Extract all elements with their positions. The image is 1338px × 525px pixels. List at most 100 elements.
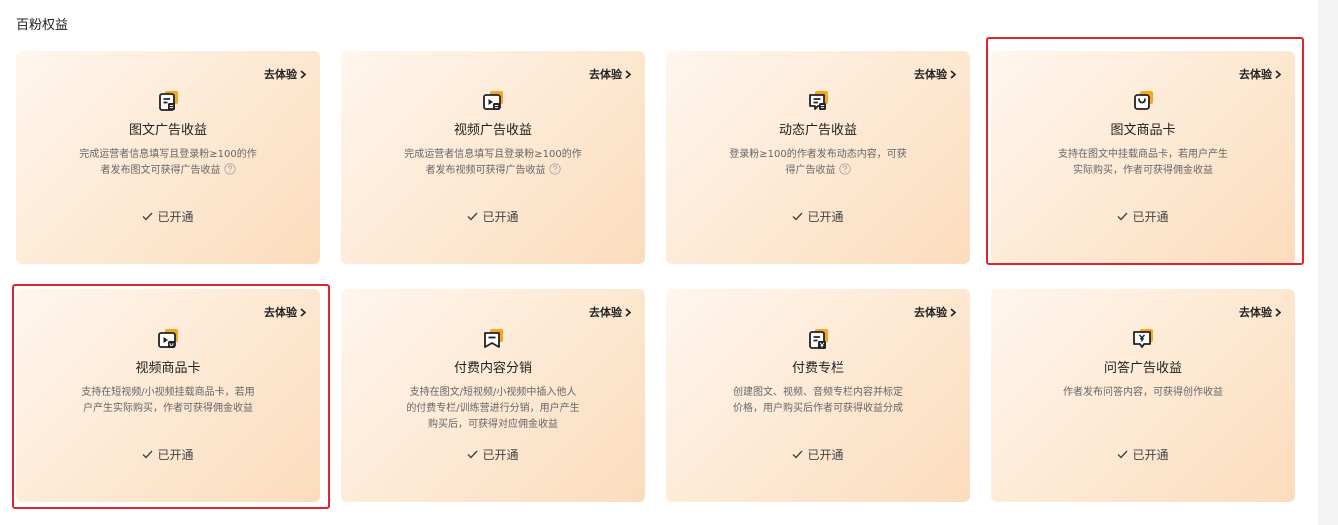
status-badge: 已开通 [341, 208, 645, 225]
desc-line: 支持在图文中挂载商品卡，若用户产生 [1058, 149, 1228, 160]
card-title: 动态广告收益 [778, 123, 857, 138]
card-description: 支持在短视频/小视频挂载商品卡，若用 户产生实际购买，作者可获得佣金收益 [74, 385, 262, 417]
checkmark-icon [142, 212, 153, 221]
yen-doc-icon [809, 329, 828, 349]
try-label: 去体验 [914, 306, 947, 319]
doc-list-icon [159, 91, 178, 111]
checkmark-icon [1117, 450, 1128, 459]
card-description: 登录粉≥100的作者发布动态内容，可获 得广告收益 [724, 147, 912, 179]
try-link[interactable]: 去体验 [914, 304, 956, 320]
status-badge: 已开通 [666, 208, 970, 225]
message-list-icon [809, 91, 828, 110]
checkmark-icon [467, 450, 478, 459]
try-label: 去体验 [264, 306, 297, 319]
status-label: 已开通 [807, 210, 844, 224]
try-link[interactable]: 去体验 [589, 304, 631, 320]
checkmark-icon [792, 212, 803, 221]
desc-line: 实际购买，作者可获得佣金收益 [1073, 165, 1213, 176]
status-label: 已开通 [157, 448, 194, 462]
status-badge: 已开通 [666, 446, 970, 463]
checkmark-icon [142, 450, 153, 459]
card-description: 支持在图文/短视频/小视频中插入他人 的付费专栏/训练营进行分销，用户产生 购买… [399, 385, 587, 433]
try-label: 去体验 [264, 68, 297, 81]
desc-line: 支持在图文/短视频/小视频中插入他人 [409, 387, 577, 398]
bookmark-icon [484, 329, 503, 348]
help-icon[interactable] [548, 163, 561, 175]
card-title: 图文广告收益 [128, 123, 207, 138]
status-badge: 已开通 [991, 446, 1295, 463]
help-icon[interactable] [838, 163, 851, 175]
card-title: 问答广告收益 [1103, 361, 1182, 376]
status-label: 已开通 [1132, 210, 1169, 224]
status-badge: 已开通 [991, 208, 1295, 225]
video-doc-icon [483, 91, 503, 110]
card-title: 付费专栏 [791, 361, 844, 376]
try-link[interactable]: 去体验 [1239, 304, 1281, 320]
desc-line: 得广告收益 [785, 165, 836, 176]
yen-chat-icon [1133, 329, 1153, 348]
shopping-bag-icon [1134, 91, 1153, 110]
try-label: 去体验 [1239, 306, 1272, 319]
card-title: 图文商品卡 [1110, 123, 1176, 138]
desc-line: 户产生实际购买，作者可获得佣金收益 [83, 403, 253, 414]
desc-line: 完成运营者信息填写且登录粉≥100的作 [404, 149, 582, 160]
checkmark-icon [792, 450, 803, 459]
try-label: 去体验 [589, 306, 622, 319]
try-label: 去体验 [589, 68, 622, 81]
try-label: 去体验 [914, 68, 947, 81]
chevron-right-icon [1275, 69, 1281, 79]
chevron-right-icon [625, 307, 631, 317]
desc-line: 者发布视频可获得广告收益 [425, 165, 546, 176]
desc-line: 创建图文、视频、音频专栏内容并标定 [733, 387, 903, 398]
desc-line: 的付费专栏/训练营进行分销，用户产生 [406, 403, 580, 414]
chevron-right-icon [300, 69, 306, 79]
desc-line: 支持在短视频/小视频挂载商品卡，若用 [81, 387, 255, 398]
status-label: 已开通 [482, 448, 519, 462]
video-product-icon [158, 329, 178, 348]
desc-line: 价格，用户购买后作者可获得收益分成 [733, 403, 903, 414]
scrollbar-track[interactable] [1318, 0, 1338, 525]
benefit-card-feed-ad: 去体验 动态广告收益 登录粉≥100的作者发布动态内容，可获 得广告收益 已开通 [666, 51, 970, 264]
help-icon[interactable] [223, 163, 236, 175]
desc-line: 作者发布问答内容，可获得创作收益 [1063, 387, 1223, 398]
try-link[interactable]: 去体验 [914, 66, 956, 82]
desc-line: 者发布图文可获得广告收益 [100, 165, 221, 176]
benefit-card-paid-column: 去体验 付费专栏 创建图文、视频、音频专栏内容并标定 价格，用户购买后作者可获得… [666, 289, 970, 502]
desc-line: 完成运营者信息填写且登录粉≥100的作 [79, 149, 257, 160]
status-badge: 已开通 [341, 446, 645, 463]
benefit-card-image-text-product: 去体验 图文商品卡 支持在图文中挂载商品卡，若用户产生 实际购买，作者可获得佣金… [991, 51, 1295, 264]
card-description: 完成运营者信息填写且登录粉≥100的作 者发布视频可获得广告收益 [399, 147, 587, 179]
desc-line: 购买后，可获得对应佣金收益 [428, 419, 558, 430]
card-title: 视频广告收益 [453, 123, 532, 138]
desc-line: 登录粉≥100的作者发布动态内容，可获 [729, 149, 907, 160]
status-badge: 已开通 [16, 208, 320, 225]
chevron-right-icon [625, 69, 631, 79]
card-title: 视频商品卡 [135, 361, 201, 376]
chevron-right-icon [950, 69, 956, 79]
try-link[interactable]: 去体验 [589, 66, 631, 82]
card-description: 完成运营者信息填写且登录粉≥100的作 者发布图文可获得广告收益 [74, 147, 262, 179]
card-description: 创建图文、视频、音频专栏内容并标定 价格，用户购买后作者可获得收益分成 [724, 385, 912, 417]
benefit-card-video-ad: 去体验 视频广告收益 完成运营者信息填写且登录粉≥100的作 者发布视频可获得广… [341, 51, 645, 264]
section-title: 百粉权益 [16, 18, 69, 33]
checkmark-icon [467, 212, 478, 221]
try-link[interactable]: 去体验 [264, 304, 306, 320]
try-link[interactable]: 去体验 [264, 66, 306, 82]
card-title: 付费内容分销 [453, 361, 532, 376]
status-label: 已开通 [807, 448, 844, 462]
benefit-card-image-text-ad: 去体验 图文广告收益 完成运营者信息填写且登录粉≥100的作 者发布图文可获得广… [16, 51, 320, 264]
card-description: 支持在图文中挂载商品卡，若用户产生 实际购买，作者可获得佣金收益 [1049, 147, 1237, 179]
status-label: 已开通 [482, 210, 519, 224]
benefit-card-video-product: 去体验 视频商品卡 支持在短视频/小视频挂载商品卡，若用 户产生实际购买，作者可… [16, 289, 320, 502]
checkmark-icon [1117, 212, 1128, 221]
status-badge: 已开通 [16, 446, 320, 463]
chevron-right-icon [1275, 307, 1281, 317]
chevron-right-icon [300, 307, 306, 317]
chevron-right-icon [950, 307, 956, 317]
try-label: 去体验 [1239, 68, 1272, 81]
try-link[interactable]: 去体验 [1239, 66, 1281, 82]
status-label: 已开通 [1132, 448, 1169, 462]
benefit-card-qa-ad: 去体验 问答广告收益 作者发布问答内容，可获得创作收益 已开通 [991, 289, 1295, 502]
card-description: 作者发布问答内容，可获得创作收益 [1049, 385, 1237, 401]
status-label: 已开通 [157, 210, 194, 224]
